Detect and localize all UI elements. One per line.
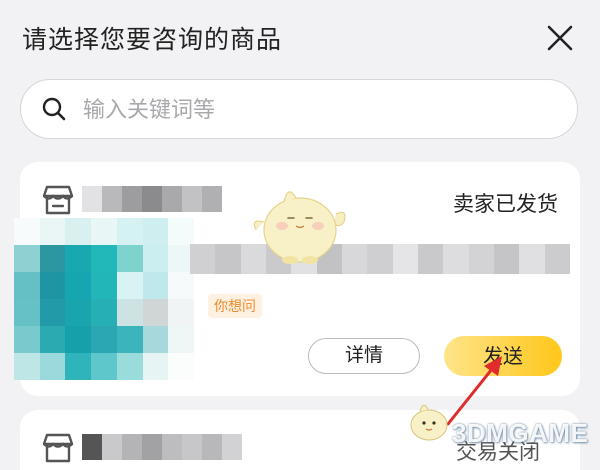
- product-title-pixelated: [190, 244, 570, 274]
- mascot-decoration: [253, 191, 346, 264]
- shop-icon: [42, 433, 74, 463]
- sheet-header: 请选择您要咨询的商品: [0, 0, 600, 78]
- search-input[interactable]: [81, 90, 555, 130]
- close-icon[interactable]: [541, 19, 579, 57]
- order-status: 卖家已发货: [453, 192, 558, 216]
- page-title: 请选择您要咨询的商品: [22, 25, 283, 54]
- ask-tag: 你想问: [208, 294, 262, 318]
- product-thumbnail-pixelated[interactable]: [14, 218, 194, 380]
- search-icon: [42, 97, 66, 121]
- watermark-text: 3DMGAME: [452, 418, 589, 448]
- shop-name-pixelated: [82, 186, 222, 212]
- shop-name-pixelated: [82, 434, 242, 460]
- details-button[interactable]: 详情: [308, 338, 420, 374]
- shop-icon: [42, 185, 74, 215]
- watermark-mascot: [410, 404, 448, 441]
- search-bar[interactable]: [20, 79, 578, 139]
